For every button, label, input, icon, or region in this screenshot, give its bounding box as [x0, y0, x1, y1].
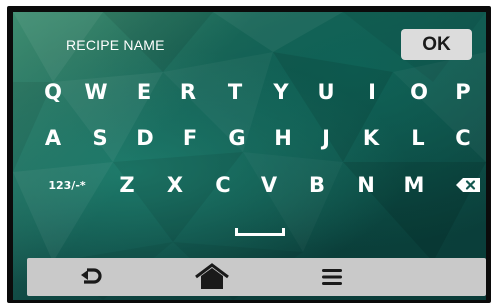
key-i[interactable]: I [357, 77, 387, 107]
key-c-accent[interactable]: C [448, 123, 478, 153]
home-button[interactable] [192, 261, 232, 293]
ok-button[interactable]: OK [401, 29, 472, 60]
key-m[interactable]: M [399, 170, 429, 200]
key-o[interactable]: O [404, 77, 434, 107]
key-h[interactable]: H [268, 123, 298, 153]
space-key[interactable] [233, 217, 287, 239]
key-d[interactable]: D [130, 123, 160, 153]
key-f[interactable]: F [175, 123, 205, 153]
key-x[interactable]: X [160, 170, 190, 200]
key-j[interactable]: J [311, 123, 341, 153]
key-z[interactable]: Z [112, 170, 142, 200]
key-a[interactable]: A [38, 123, 68, 153]
key-n[interactable]: N [351, 170, 381, 200]
key-c[interactable]: C [208, 170, 238, 200]
home-icon [195, 263, 229, 289]
back-button[interactable] [71, 261, 111, 293]
key-k[interactable]: K [356, 123, 386, 153]
key-q[interactable]: Q [38, 77, 68, 107]
key-p[interactable]: P [448, 77, 478, 107]
key-b[interactable]: B [302, 170, 332, 200]
key-g[interactable]: G [222, 123, 252, 153]
recipe-name-label: RECIPE NAME [66, 37, 165, 53]
backspace-key[interactable] [453, 170, 483, 200]
key-r[interactable]: R [173, 77, 203, 107]
key-w[interactable]: W [81, 77, 111, 107]
space-bar-icon [235, 233, 285, 236]
key-u[interactable]: U [311, 77, 341, 107]
backspace-icon [456, 178, 480, 192]
bottom-nav-bar [27, 258, 486, 296]
key-t[interactable]: T [220, 77, 250, 107]
key-l[interactable]: L [403, 123, 433, 153]
touch-screen: RECIPE NAME OK Q W E R T Y U I O P A S D… [13, 12, 486, 300]
key-e[interactable]: E [129, 77, 159, 107]
key-y[interactable]: Y [266, 77, 296, 107]
menu-icon [322, 269, 342, 285]
numeric-mode-key[interactable]: 123/-* [44, 170, 90, 200]
menu-button[interactable] [312, 261, 352, 293]
key-v[interactable]: V [254, 170, 284, 200]
key-s[interactable]: S [85, 123, 115, 153]
back-arrow-icon [81, 268, 102, 284]
